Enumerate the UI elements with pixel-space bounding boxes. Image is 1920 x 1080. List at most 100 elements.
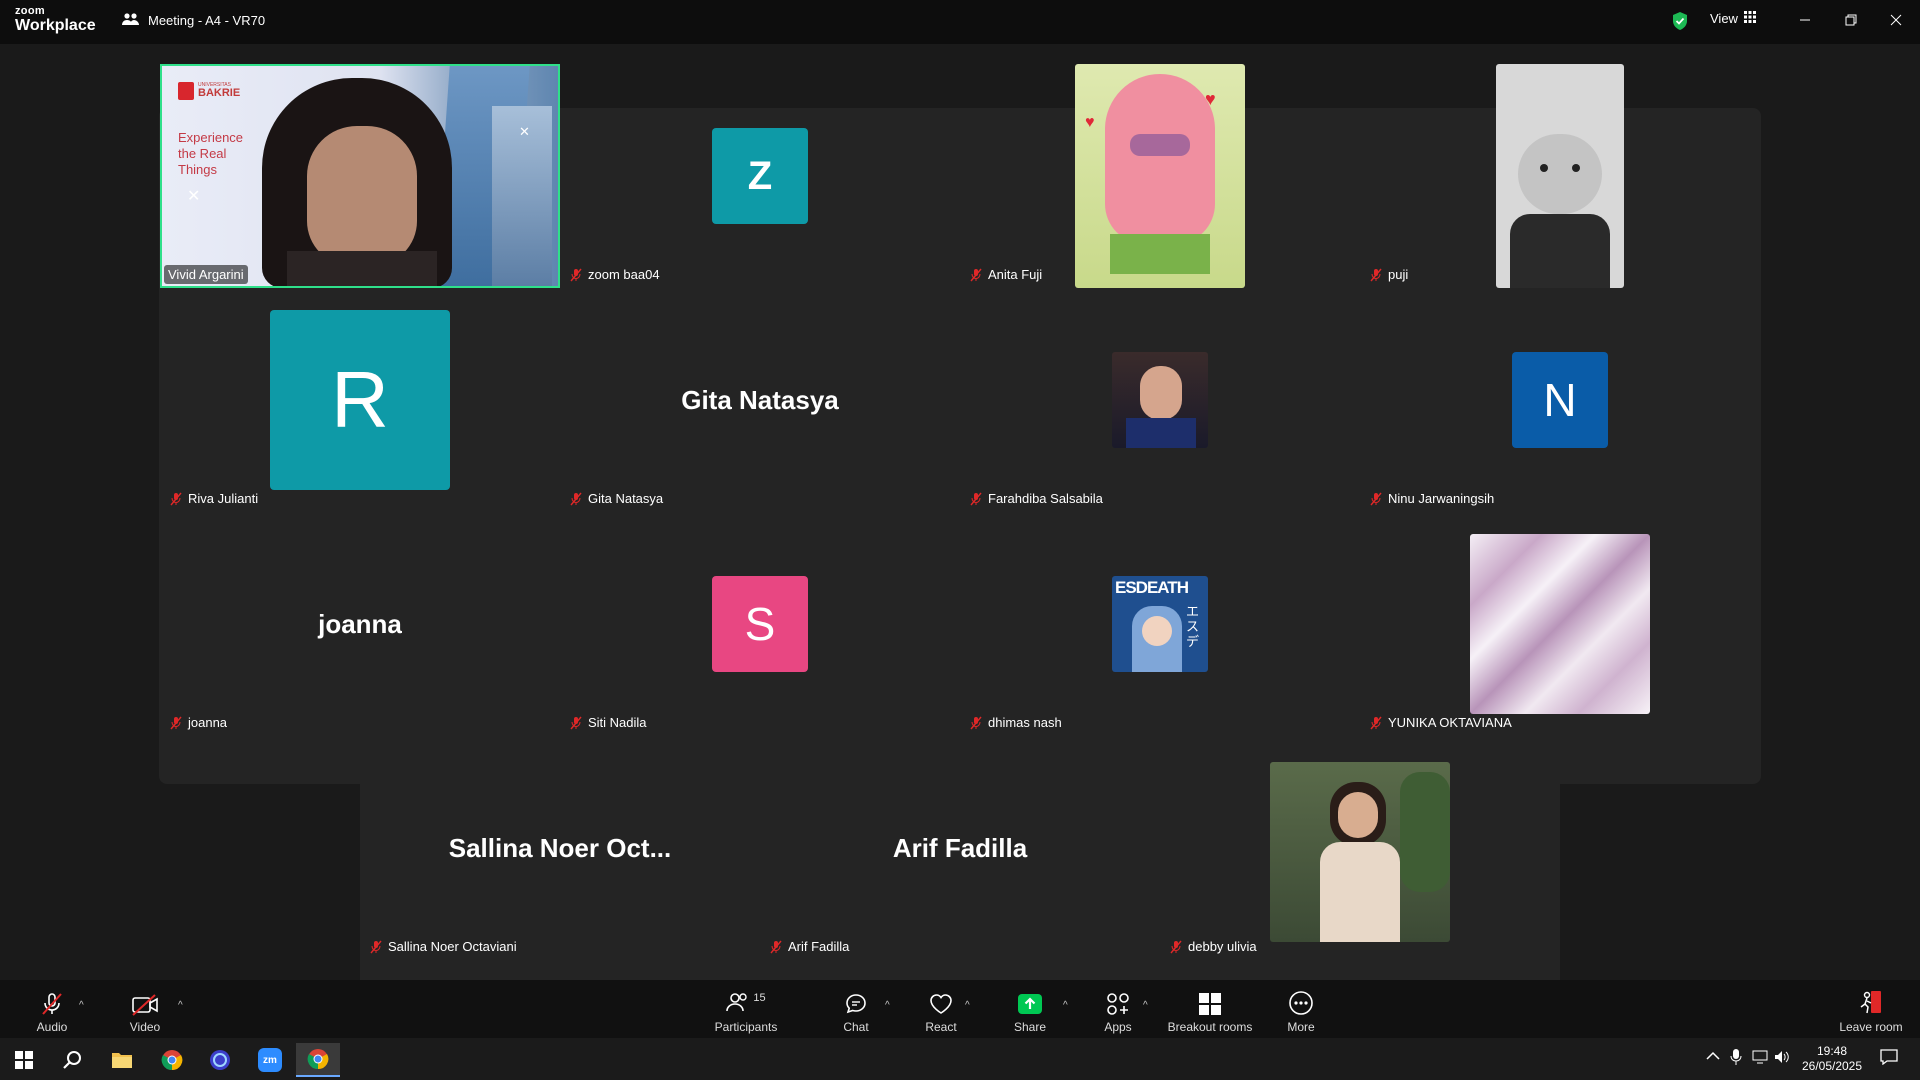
participant-display-name: joanna <box>318 608 402 639</box>
windows-taskbar: zm 19:48 26/05/2025 <box>0 1038 1920 1080</box>
windows-start-icon[interactable] <box>2 1043 46 1077</box>
meeting-title[interactable]: Meeting - A4 - VR70 <box>122 12 265 29</box>
participant-tile-dhimas-nash[interactable]: ESDEATH エスデ dhimas nash <box>960 512 1360 736</box>
tray-chevron-icon[interactable] <box>1706 1050 1720 1064</box>
mic-muted-icon <box>1370 268 1382 282</box>
video-options-chevron-icon[interactable]: ^ <box>178 1000 183 1011</box>
mic-muted-icon <box>970 716 982 730</box>
mic-muted-icon <box>370 940 382 954</box>
profile-picture <box>1470 534 1650 714</box>
share-options-chevron-icon[interactable]: ^ <box>1063 1000 1068 1011</box>
mic-muted-icon <box>1370 492 1382 506</box>
participant-tile-siti-nadila[interactable]: S Siti Nadila <box>560 512 960 736</box>
react-button[interactable]: React <box>896 986 986 1034</box>
minimize-button[interactable] <box>1794 9 1816 31</box>
app-icon[interactable] <box>198 1043 242 1077</box>
participant-name-label: Anita Fuji <box>966 265 1046 284</box>
breakout-rooms-button[interactable]: Breakout rooms <box>1163 986 1257 1034</box>
participant-name-label: Sallina Noer Octaviani <box>366 937 521 956</box>
restore-button[interactable] <box>1840 9 1862 31</box>
participants-group-icon <box>122 12 140 29</box>
avatar: N <box>1512 352 1608 448</box>
participant-display-name: Sallina Noer Oct... <box>448 832 672 863</box>
avatar: Z <box>712 128 808 224</box>
participant-tile-ninu-jarwaningsih[interactable]: N Ninu Jarwaningsih <box>1360 288 1760 512</box>
participant-tile-vivid-argarini[interactable]: UNIVERSITAS BAKRIE Experience the Real T… <box>160 64 560 288</box>
breakout-rooms-icon <box>1199 993 1221 1015</box>
mic-muted-icon <box>42 993 62 1015</box>
zoom-logo: zoom Workplace <box>15 5 96 34</box>
participant-tile-puji[interactable]: puji <box>1360 64 1760 288</box>
zoom-app-icon[interactable]: zm <box>248 1043 292 1077</box>
chrome-active-icon[interactable] <box>296 1043 340 1077</box>
view-button[interactable]: View <box>1710 11 1756 26</box>
participant-tile-gita-natasya[interactable]: Gita Natasya Gita Natasya <box>560 288 960 512</box>
participant-display-name: Arif Fadilla <box>892 832 1028 863</box>
participant-name-label: YUNIKA OKTAVIANA <box>1366 713 1516 732</box>
notifications-icon[interactable] <box>1880 1049 1898 1068</box>
title-bar: zoom Workplace Meeting - A4 - VR70 View <box>0 0 1920 44</box>
mic-muted-icon <box>570 492 582 506</box>
apps-button[interactable]: Apps <box>1073 986 1163 1034</box>
participant-tile-riva-julianti[interactable]: R Riva Julianti <box>160 288 560 512</box>
participant-name-label: Gita Natasya <box>566 489 667 508</box>
apps-icon <box>1107 993 1129 1015</box>
mic-muted-icon <box>770 940 782 954</box>
network-icon[interactable] <box>1752 1050 1768 1067</box>
university-logo: UNIVERSITAS BAKRIE <box>178 82 240 100</box>
participant-name-label: Arif Fadilla <box>766 937 853 956</box>
avatar: S <box>712 576 808 672</box>
participant-name-label: zoom baa04 <box>566 265 664 284</box>
participants-count: 15 <box>753 992 766 1004</box>
avatar: R <box>270 310 450 490</box>
video-button[interactable]: Video <box>100 986 190 1034</box>
profile-picture <box>1270 762 1450 942</box>
leave-room-button[interactable]: Leave room <box>1826 986 1916 1034</box>
react-options-chevron-icon[interactable]: ^ <box>965 1000 970 1011</box>
participant-tile-joanna[interactable]: joanna joanna <box>160 512 560 736</box>
chat-icon <box>846 994 866 1014</box>
profile-picture <box>1496 64 1624 288</box>
share-screen-icon <box>1018 994 1042 1014</box>
search-icon[interactable] <box>50 1043 94 1077</box>
mic-muted-icon <box>570 268 582 282</box>
participant-tile-arif-fadilla[interactable]: Arif Fadilla Arif Fadilla <box>760 736 1160 960</box>
close-button[interactable] <box>1885 9 1907 31</box>
profile-picture: ESDEATH エスデ <box>1112 576 1208 672</box>
clock[interactable]: 19:48 26/05/2025 <box>1800 1044 1864 1074</box>
microphone-tray-icon[interactable] <box>1730 1049 1742 1068</box>
participant-tile-debby-ulivia[interactable]: debby ulivia <box>1160 736 1560 960</box>
encryption-shield-icon[interactable] <box>1671 11 1689 36</box>
more-button[interactable]: More <box>1256 986 1346 1034</box>
apps-options-chevron-icon[interactable]: ^ <box>1143 1000 1148 1011</box>
participant-display-name: Gita Natasya <box>681 384 839 415</box>
chrome-icon[interactable] <box>150 1043 194 1077</box>
video-feed: UNIVERSITAS BAKRIE Experience the Real T… <box>162 66 558 286</box>
participant-tile-sallina-noer-octaviani[interactable]: Sallina Noer Oct... Sallina Noer Octavia… <box>360 736 760 960</box>
participant-tile-farahdiba-salsabila[interactable]: Farahdiba Salsabila <box>960 288 1360 512</box>
video-off-icon <box>132 994 158 1016</box>
profile-picture: ♥ ♥ <box>1075 64 1245 288</box>
participants-button[interactable]: 15 Participants <box>701 986 791 1034</box>
file-explorer-icon[interactable] <box>100 1043 144 1077</box>
chat-options-chevron-icon[interactable]: ^ <box>885 1000 890 1011</box>
mic-muted-icon <box>570 716 582 730</box>
mic-muted-icon <box>170 492 182 506</box>
participant-name-label: debby ulivia <box>1166 937 1261 956</box>
share-button[interactable]: Share <box>985 986 1075 1034</box>
meeting-toolbar: Audio ^ Video ^ 15 Participants Chat ^ R… <box>0 980 1920 1038</box>
mic-muted-icon <box>170 716 182 730</box>
participants-icon <box>726 993 748 1012</box>
participant-tile-yunika-oktaviana[interactable]: YUNIKA OKTAVIANA <box>1360 512 1760 736</box>
audio-options-chevron-icon[interactable]: ^ <box>79 1000 84 1011</box>
mic-muted-icon <box>1170 940 1182 954</box>
volume-icon[interactable] <box>1774 1049 1790 1068</box>
mic-muted-icon <box>970 268 982 282</box>
participant-tile-zoom-baa04[interactable]: Z zoom baa04 <box>560 64 960 288</box>
participant-tile-anita-fuji[interactable]: ♥ ♥ Anita Fuji <box>960 64 1360 288</box>
participant-name-label: Farahdiba Salsabila <box>966 489 1107 508</box>
slide-text: Experience the Real Things <box>178 130 244 177</box>
mic-muted-icon <box>1370 716 1382 730</box>
participant-name-label: Ninu Jarwaningsih <box>1366 489 1498 508</box>
participant-name-label: Riva Julianti <box>166 489 262 508</box>
